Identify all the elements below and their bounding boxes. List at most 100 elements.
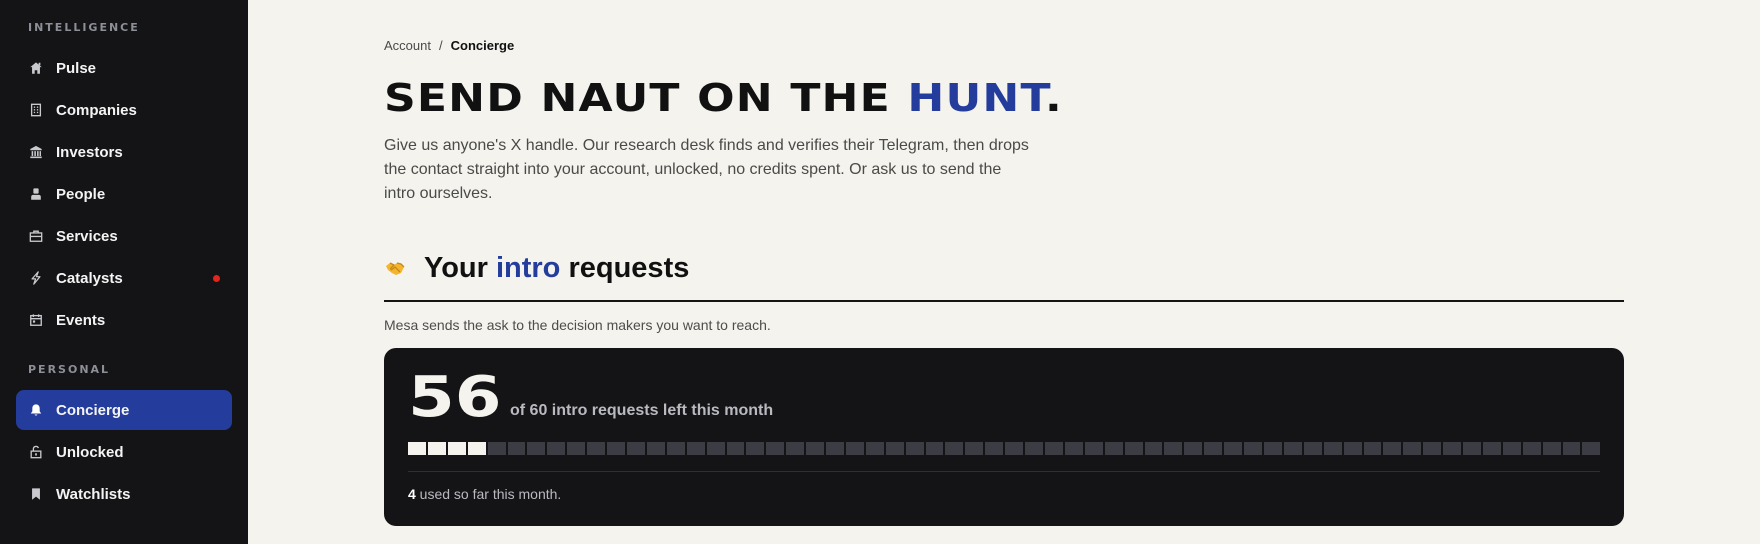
- meter-segment-remaining: [1343, 442, 1362, 455]
- meter-segment-remaining: [945, 442, 964, 455]
- sidebar-item-unlocked[interactable]: Unlocked: [16, 432, 232, 472]
- meter-segment-remaining: [1522, 442, 1541, 455]
- meter-segment-remaining: [1263, 442, 1282, 455]
- meter-segment-remaining: [666, 442, 685, 455]
- breadcrumb-account-link[interactable]: Account: [384, 38, 431, 53]
- sidebar-item-watchlists[interactable]: Watchlists: [16, 474, 232, 514]
- section-label-intelligence: INTELLIGENCE: [28, 21, 140, 34]
- sidebar-item-label: Services: [56, 227, 118, 245]
- meter-segment-remaining: [1144, 442, 1163, 455]
- intro-title-pre: Your: [424, 251, 496, 284]
- sidebar-item-events[interactable]: Events: [16, 300, 232, 340]
- intro-requests-heading: Your intro requests: [384, 248, 1624, 288]
- meter-segment-remaining: [587, 442, 606, 455]
- meter-segment-remaining: [487, 442, 506, 455]
- quota-card: 56 of 60 intro requests left this month …: [384, 348, 1624, 526]
- main-content: Account / Concierge SEND NAUT ON THE HUN…: [248, 0, 1760, 544]
- meter-segment-remaining: [1383, 442, 1402, 455]
- briefcase-icon: [28, 228, 44, 244]
- nav-list-intelligence: Pulse Companies Investors People Service…: [0, 48, 248, 340]
- meter-segment-remaining: [1542, 442, 1561, 455]
- sidebar-item-companies[interactable]: Companies: [16, 90, 232, 130]
- building-icon: [28, 102, 44, 118]
- meter-segment-remaining: [766, 442, 785, 455]
- sidebar-item-people[interactable]: People: [16, 174, 232, 214]
- sidebar-item-label: Investors: [56, 143, 123, 161]
- meter-segment-remaining: [826, 442, 844, 455]
- nav-list-personal: Concierge Unlocked Watchlists: [0, 390, 248, 514]
- meter-segment-remaining: [646, 442, 665, 455]
- meter-segment-remaining: [985, 442, 1004, 455]
- meter-segment-remaining: [1045, 442, 1063, 455]
- meter-segment-remaining: [1084, 442, 1103, 455]
- meter-segment-remaining: [786, 442, 805, 455]
- page-title-text: SEND NAUT ON THE: [384, 76, 908, 120]
- page-title: SEND NAUT ON THE HUNT.: [384, 76, 1062, 120]
- section-divider: [384, 300, 1624, 302]
- section-label-personal: PERSONAL: [28, 363, 111, 376]
- meter-segment-remaining: [686, 442, 705, 455]
- meter-segment-remaining: [1423, 442, 1442, 455]
- meter-segment-remaining: [1403, 442, 1422, 455]
- notification-dot: [213, 274, 220, 282]
- breadcrumb: Account / Concierge: [384, 36, 1624, 54]
- meter-segment-remaining: [925, 442, 944, 455]
- card-divider: [408, 471, 1600, 472]
- meter-segment-remaining: [607, 442, 625, 455]
- sidebar-item-label: Unlocked: [56, 443, 124, 461]
- meter-segment-remaining: [1184, 442, 1203, 455]
- person-icon: [28, 186, 44, 202]
- meter-segment-remaining: [626, 442, 645, 455]
- sidebar-item-label: Companies: [56, 101, 137, 119]
- bolt-icon: [28, 270, 44, 286]
- quota-count-row: 56 of 60 intro requests left this month: [408, 370, 1600, 426]
- meter-segment-remaining: [507, 442, 526, 455]
- remaining-count: 56: [408, 365, 502, 430]
- meter-segment-remaining: [726, 442, 745, 455]
- bank-icon: [28, 144, 44, 160]
- meter-segment-remaining: [1124, 442, 1143, 455]
- meter-segment-remaining: [1363, 442, 1382, 455]
- unlock-icon: [28, 444, 44, 460]
- meter-segment-remaining: [885, 442, 904, 455]
- meter-segment-remaining: [1562, 442, 1581, 455]
- sidebar-item-services[interactable]: Services: [16, 216, 232, 256]
- sidebar-item-label: Pulse: [56, 59, 97, 77]
- sidebar-item-label: Events: [56, 311, 106, 329]
- calendar-icon: [28, 312, 44, 328]
- meter-segment-remaining: [1582, 442, 1601, 455]
- intro-title-accent: intro: [495, 251, 561, 284]
- used-count: 4: [408, 486, 416, 502]
- page-title-period: .: [1045, 76, 1063, 120]
- meter-segment-remaining: [905, 442, 924, 455]
- home-icon: [28, 60, 44, 76]
- page-title-accent: HUNT: [907, 76, 1046, 120]
- remaining-label: of 60 intro requests left this month: [510, 402, 774, 419]
- quota-meter: [408, 442, 1601, 455]
- handshake-icon: [384, 257, 406, 279]
- meter-segment-remaining: [845, 442, 864, 455]
- meter-segment-remaining: [1502, 442, 1521, 455]
- intro-title-post: requests: [560, 251, 690, 284]
- meter-segment-remaining: [1463, 442, 1481, 455]
- intro-requests-title: Your intro requests: [424, 252, 689, 285]
- meter-segment-remaining: [1025, 442, 1043, 455]
- meter-segment-remaining: [865, 442, 884, 455]
- sidebar-item-investors[interactable]: Investors: [16, 132, 232, 172]
- sidebar-item-label: Watchlists: [56, 485, 131, 503]
- bookmark-icon: [28, 486, 44, 502]
- meter-segment-used: [427, 442, 446, 455]
- sidebar-item-concierge[interactable]: Concierge: [16, 390, 232, 430]
- meter-segment-remaining: [567, 442, 586, 455]
- used-suffix: used so far this month.: [415, 486, 562, 502]
- meter-segment-remaining: [746, 442, 765, 455]
- sidebar-item-pulse[interactable]: Pulse: [16, 48, 232, 88]
- sidebar-item-catalysts[interactable]: Catalysts: [16, 258, 232, 298]
- intro-requests-subtext: Mesa sends the ask to the decision maker…: [384, 317, 771, 333]
- meter-segment-used: [408, 442, 426, 455]
- meter-segment-remaining: [1104, 442, 1123, 455]
- meter-segment-remaining: [965, 442, 984, 455]
- used-summary: 4 used so far this month.: [408, 486, 1600, 502]
- meter-segment-remaining: [1244, 442, 1262, 455]
- breadcrumb-current: Concierge: [450, 37, 515, 53]
